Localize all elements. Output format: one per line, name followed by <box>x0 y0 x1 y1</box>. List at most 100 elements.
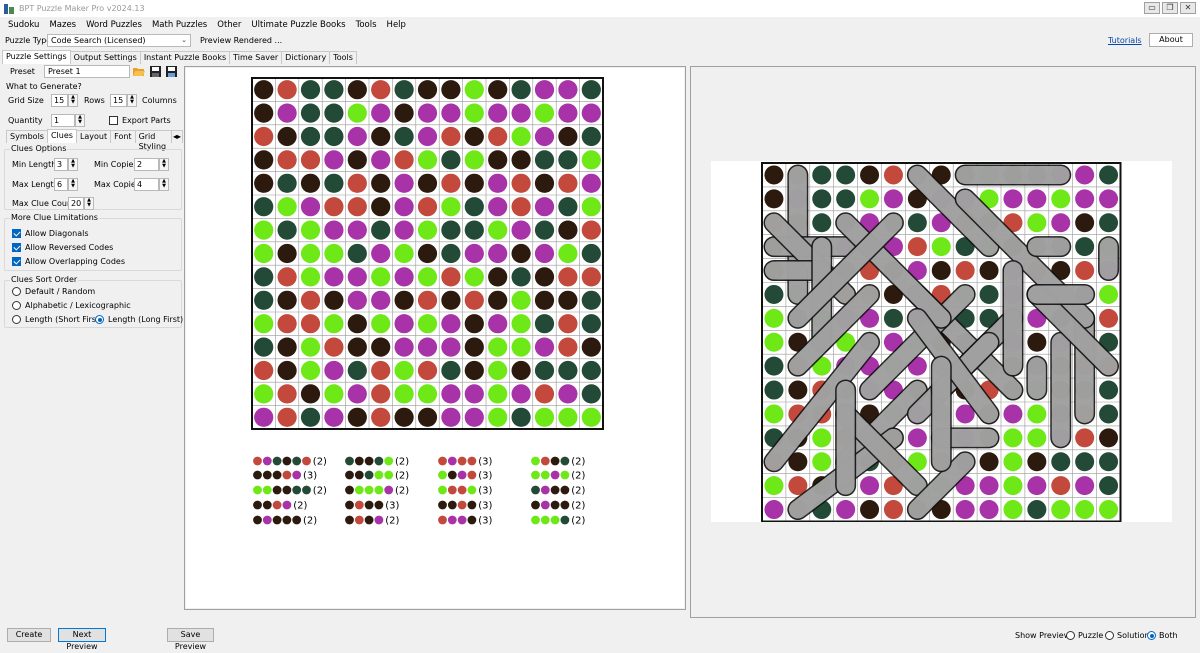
puzzle-cell-dot <box>324 337 344 357</box>
sort-alpha-radio[interactable] <box>12 301 21 310</box>
clue-dot <box>447 515 457 525</box>
tab-tools[interactable]: Tools <box>329 51 357 64</box>
tab-dictionary[interactable]: Dictionary <box>281 51 331 64</box>
columns-input[interactable]: 15 ▲ ▼ <box>110 94 137 107</box>
puzzle-cell-dot <box>441 126 461 147</box>
puzzle-cell-dot <box>488 337 508 357</box>
allow-diagonals-checkbox[interactable] <box>12 229 21 238</box>
clue-dot <box>550 500 560 510</box>
puzzle-cell-dot <box>324 103 344 123</box>
min-length-stepper[interactable]: ▲ ▼ <box>68 158 78 171</box>
tab-font[interactable]: Font <box>110 130 136 143</box>
solution-cell-dot <box>1051 189 1071 209</box>
puzzle-type-select[interactable]: Code Search (Licensed) ⌄ <box>47 34 191 47</box>
clue-dot <box>550 456 560 466</box>
allow-overlapping-checkbox[interactable] <box>12 257 21 266</box>
max-copies-input[interactable]: 4 ▲ ▼ <box>134 178 169 191</box>
clue-dot <box>354 515 364 525</box>
clue-dot <box>438 515 447 525</box>
show-solution-radio[interactable] <box>1105 631 1114 640</box>
menu-word-puzzles[interactable]: Word Puzzles <box>81 20 147 30</box>
menu-tools[interactable]: Tools <box>351 20 382 30</box>
min-copies-input[interactable]: 2 ▲ ▼ <box>134 158 169 171</box>
rows-stepper[interactable]: ▲ ▼ <box>68 94 78 107</box>
clue-item: (2) <box>531 457 585 468</box>
max-copies-value: 4 <box>137 180 143 189</box>
save-icon[interactable] <box>149 65 162 78</box>
tutorials-link[interactable]: Tutorials <box>1108 36 1142 45</box>
puzzle-cell-dot <box>464 384 484 404</box>
puzzle-cell-dot <box>394 314 414 334</box>
solution-cell-dot <box>1027 500 1047 520</box>
clue-dot <box>384 470 394 480</box>
puzzle-cell-dot <box>277 314 297 334</box>
quantity-stepper[interactable]: ▲ ▼ <box>75 114 85 127</box>
rows-input[interactable]: 15 ▲ ▼ <box>51 94 78 107</box>
create-button[interactable]: Create <box>7 628 51 642</box>
minimize-button[interactable]: ▭ <box>1144 2 1160 14</box>
about-button[interactable]: About <box>1149 33 1193 47</box>
tab-symbols[interactable]: Symbols <box>6 130 48 143</box>
solution-preview-pane[interactable] <box>690 66 1196 618</box>
menu-mazes[interactable]: Mazes <box>44 20 81 30</box>
clue-dot <box>345 515 354 525</box>
puzzle-cell-dot <box>371 80 391 100</box>
clue-dot <box>560 500 570 510</box>
solution-cell-dot <box>1075 500 1095 520</box>
restore-button[interactable]: ❐ <box>1162 2 1178 14</box>
save-as-icon[interactable] <box>165 65 178 78</box>
clue-item: (3) <box>438 471 492 482</box>
tab-grid-styling[interactable]: Grid Styling <box>134 130 172 151</box>
puzzle-cell-dot <box>394 103 414 123</box>
next-preview-button[interactable]: Next Preview <box>58 628 106 651</box>
max-length-input[interactable]: 6 ▲ ▼ <box>54 178 78 191</box>
sort-short-radio[interactable] <box>12 315 21 324</box>
puzzle-cell-dot <box>534 384 555 404</box>
puzzle-cell-dot <box>300 337 321 357</box>
clue-dot <box>262 470 272 480</box>
max-clue-stepper[interactable]: ▲ ▼ <box>84 197 94 210</box>
columns-stepper[interactable]: ▲ ▼ <box>127 94 137 107</box>
sort-long-radio[interactable] <box>95 315 104 324</box>
clue-item: (2) <box>253 486 327 497</box>
sort-default-radio[interactable] <box>12 287 21 296</box>
puzzle-cell-dot <box>581 337 601 357</box>
show-both-radio[interactable] <box>1147 631 1156 640</box>
menu-help[interactable]: Help <box>382 20 411 30</box>
sort-long-label: Length (Long First) <box>108 315 184 324</box>
menu-ultimate-puzzle-books[interactable]: Ultimate Puzzle Books <box>246 20 350 30</box>
clue-dot <box>531 485 540 495</box>
preset-input[interactable]: Preset 1 <box>44 65 130 78</box>
puzzle-cell-dot <box>581 290 601 310</box>
puzzle-cell-dot <box>511 384 531 404</box>
puzzle-cell-dot <box>581 173 601 193</box>
save-preview-button[interactable]: Save Preview <box>167 628 214 651</box>
folder-open-icon[interactable] <box>132 65 146 78</box>
allow-diagonals-label: Allow Diagonals <box>25 229 89 238</box>
puzzle-cell-dot <box>347 337 367 357</box>
puzzle-cell-dot <box>371 407 391 427</box>
tab-layout[interactable]: Layout <box>75 130 112 143</box>
max-length-stepper[interactable]: ▲ ▼ <box>68 178 78 191</box>
clue-item: (3) <box>438 501 492 512</box>
menu-math-puzzles[interactable]: Math Puzzles <box>147 20 212 30</box>
allow-reversed-checkbox[interactable] <box>12 243 21 252</box>
max-copies-stepper[interactable]: ▲ ▼ <box>159 178 169 191</box>
clue-dot <box>438 485 447 495</box>
max-clue-input[interactable]: 20 ▲ ▼ <box>68 197 94 210</box>
clue-dot <box>292 456 302 466</box>
show-puzzle-radio[interactable] <box>1066 631 1075 640</box>
quantity-input[interactable]: 1 ▲ ▼ <box>51 114 85 127</box>
min-copies-stepper[interactable]: ▲ ▼ <box>159 158 169 171</box>
clue-dot <box>457 500 467 510</box>
tab-clues[interactable]: Clues <box>46 129 77 143</box>
tab-scroll-arrows[interactable]: ◂▸ <box>170 130 183 143</box>
menu-other[interactable]: Other <box>212 20 246 30</box>
tab-time-saver[interactable]: Time Saver <box>229 51 283 64</box>
puzzle-preview-pane[interactable]: (2) (2) (3) (2) (3) (2) (3) (2) (2) (2) (3) (2) (2) (… <box>184 66 686 610</box>
menu-sudoku[interactable]: Sudoku <box>3 20 44 30</box>
export-parts-checkbox[interactable] <box>109 116 118 125</box>
close-button[interactable]: ✕ <box>1180 2 1196 14</box>
puzzle-cell-dot <box>300 290 321 310</box>
min-length-input[interactable]: 3 ▲ ▼ <box>54 158 78 171</box>
